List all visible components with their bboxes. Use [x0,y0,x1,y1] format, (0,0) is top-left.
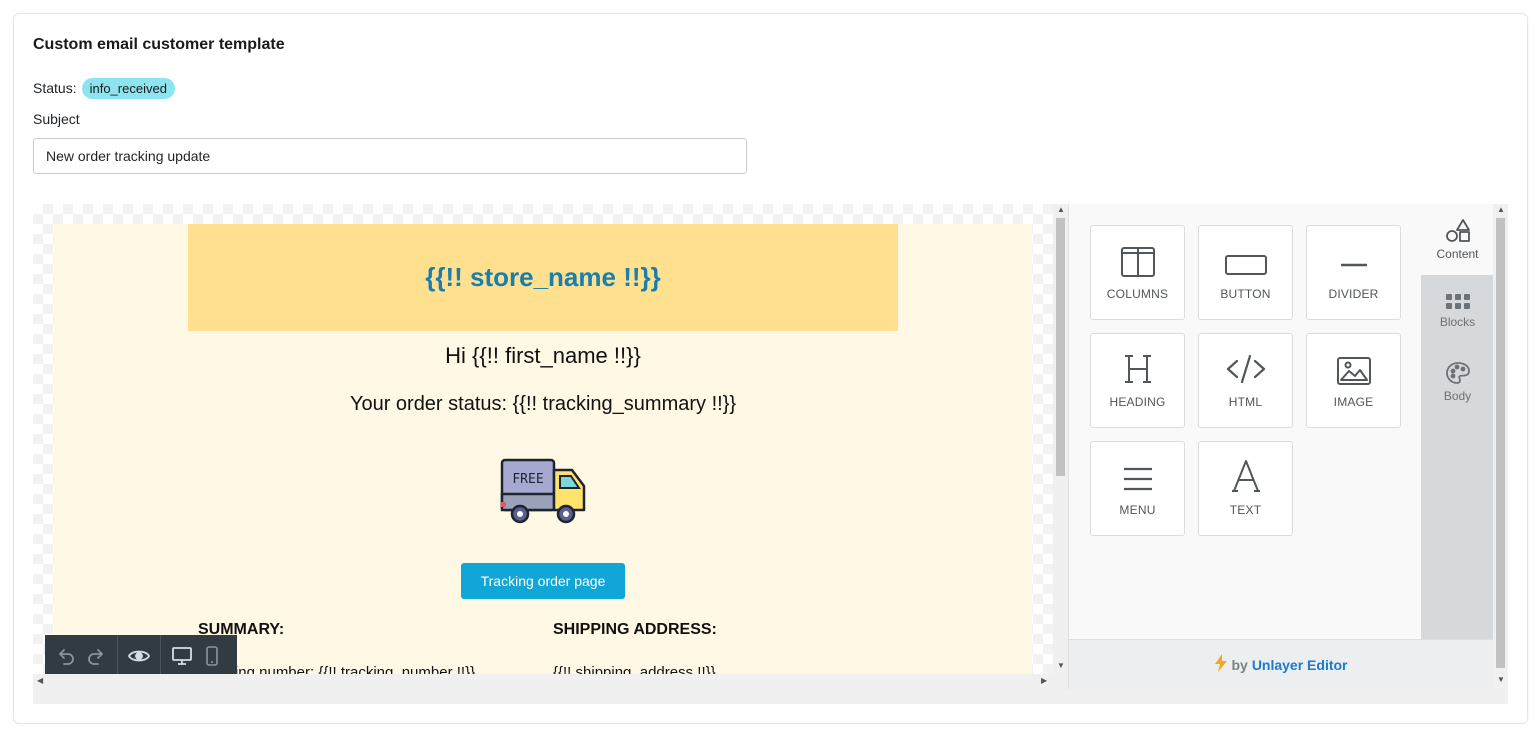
footer-by-text: by [1231,656,1248,673]
scroll-up-arrow-icon[interactable]: ▲ [1057,206,1065,214]
tool-divider[interactable]: DIVIDER [1306,225,1401,320]
redo-icon[interactable] [81,641,111,671]
tools-panel: COLUMNS BUTTON DIVIDER HEADING HTML IMAG… [1068,204,1494,689]
truck-free-label: FREE [512,472,543,487]
email-editor: {{!! store_name !!}} Hi {{!! first_name … [33,204,1508,704]
status-label: Status: [33,80,77,96]
undo-icon[interactable] [51,641,81,671]
tab-blocks[interactable]: Blocks [1421,275,1494,346]
canvas-scroll-thumb[interactable] [1056,218,1065,476]
eye-icon[interactable] [124,641,154,671]
panel-scroll-down-arrow-icon[interactable]: ▼ [1497,676,1505,684]
tab-body-label: Body [1443,388,1472,403]
shapes-icon [1445,218,1470,242]
email-header-block[interactable]: {{!! store_name !!}} [188,224,898,331]
divider-icon [1340,263,1367,267]
tab-content[interactable]: Content [1421,204,1494,275]
text-icon [1231,460,1260,492]
scroll-left-arrow-icon[interactable]: ◀ [37,677,43,685]
subject-label: Subject [33,111,80,127]
tool-text[interactable]: TEXT [1198,441,1293,536]
panel-vertical-scrollbar[interactable]: ▲ ▼ [1493,204,1508,689]
tool-columns[interactable]: COLUMNS [1090,225,1185,320]
email-body[interactable]: {{!! store_name !!}} Hi {{!! first_name … [54,224,1032,674]
subject-input[interactable] [33,138,747,174]
bolt-icon [1215,654,1228,675]
unlayer-editor-link[interactable]: Unlayer Editor [1252,657,1348,673]
tool-label: HTML [1228,395,1263,409]
order-status-text[interactable]: Your order status: {{!! tracking_summary… [54,393,1032,416]
panel-scroll-thumb[interactable] [1496,218,1505,668]
button-icon [1224,255,1267,275]
tool-label: MENU [1119,503,1156,517]
panel-tabs: Content Blocks Body [1421,204,1494,639]
editor-canvas[interactable]: {{!! store_name !!}} Hi {{!! first_name … [33,204,1053,674]
greeting-text[interactable]: Hi {{!! first_name !!}} [54,343,1032,369]
tool-label: COLUMNS [1106,287,1169,301]
tool-html[interactable]: HTML [1198,333,1293,428]
tool-label: IMAGE [1333,395,1374,409]
panel-scroll-up-arrow-icon[interactable]: ▲ [1497,206,1505,214]
tool-label: DIVIDER [1328,287,1379,301]
tool-label: TEXT [1229,503,1262,517]
image-icon [1336,357,1371,385]
grid-icon [1445,293,1470,309]
status-badge: info_received [81,77,175,99]
shipping-address-title[interactable]: SHIPPING ADDRESS: [553,621,717,639]
canvas-horizontal-scrollbar[interactable]: ◀ ▶ [33,674,1053,689]
tab-content-label: Content [1436,246,1479,261]
scroll-right-arrow-icon[interactable]: ▶ [1041,677,1047,685]
canvas-vertical-scrollbar[interactable]: ▲ ▼ [1053,204,1068,674]
menu-icon [1123,467,1152,491]
tab-body[interactable]: Body [1421,346,1494,417]
panel-footer: by Unlayer Editor [1069,639,1494,689]
tool-menu[interactable]: MENU [1090,441,1185,536]
scroll-down-arrow-icon[interactable]: ▼ [1057,662,1065,670]
code-icon [1226,354,1265,384]
tool-button[interactable]: BUTTON [1198,225,1293,320]
columns-icon [1120,247,1155,277]
content-tools-grid: COLUMNS BUTTON DIVIDER HEADING HTML IMAG… [1090,225,1401,536]
tool-label: BUTTON [1220,287,1271,301]
tool-label: HEADING [1109,395,1166,409]
tool-heading[interactable]: HEADING [1090,333,1185,428]
tool-image[interactable]: IMAGE [1306,333,1401,428]
palette-icon [1445,361,1470,384]
heading-icon [1124,355,1151,383]
desktop-icon[interactable] [167,641,197,671]
canvas-toolbar [45,635,237,674]
shipping-address-text[interactable]: {{!! shipping_address !!}} [553,664,716,674]
page-title: Custom email customer template [33,36,285,53]
tab-blocks-label: Blocks [1439,314,1476,329]
mobile-icon[interactable] [197,641,227,671]
delivery-truck-image[interactable]: FREE [500,456,588,526]
tracking-order-button[interactable]: Tracking order page [461,563,625,599]
summary-text[interactable]: Tracking number: {{!! tracking_number !!… [198,664,475,674]
status-row: Status: info_received [33,77,175,99]
store-name-heading: {{!! store_name !!}} [425,262,661,292]
